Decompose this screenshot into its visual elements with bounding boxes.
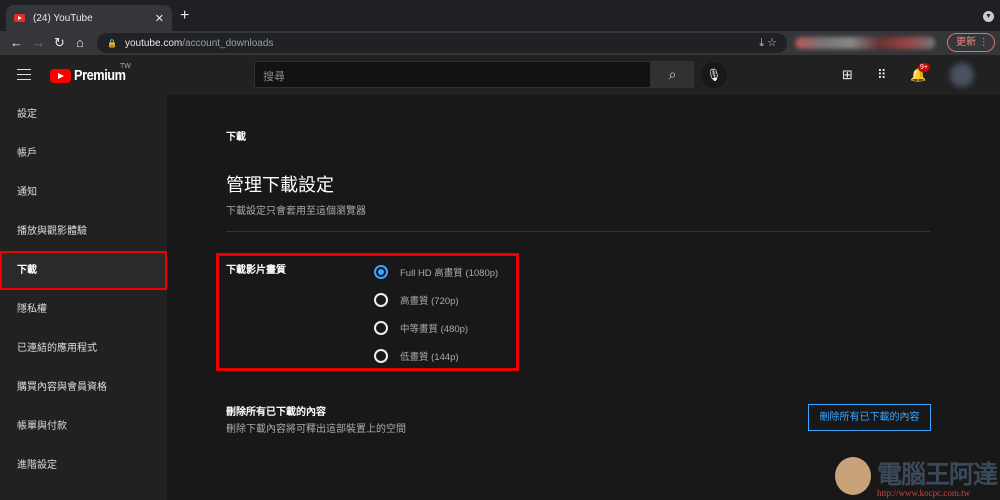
sidebar-item-billing[interactable]: 帳單與付款: [0, 407, 167, 446]
page-title: 管理下載設定: [226, 175, 334, 195]
sidebar-item-privacy[interactable]: 隱私權: [0, 290, 167, 329]
home-icon[interactable]: ⌂: [76, 35, 84, 50]
quality-option-144p[interactable]: 低畫質 (144p): [374, 349, 459, 363]
back-icon[interactable]: ←: [10, 35, 23, 50]
browser-tab[interactable]: (24) YouTube ✕: [6, 5, 172, 31]
search-button[interactable]: ⌕: [651, 61, 694, 88]
youtube-header: Premium TW 搜尋 ⌕ 🎙 ⊞ ⠿ 🔔 9+: [0, 55, 1000, 95]
sidebar-item-downloads[interactable]: 下載: [0, 251, 167, 290]
delete-all-downloads-button[interactable]: 刪除所有已下載的內容: [808, 404, 931, 431]
notification-badge: 9+: [918, 63, 930, 72]
radio[interactable]: [374, 349, 388, 363]
lock-icon: 🔒: [107, 38, 117, 48]
youtube-favicon-icon: [14, 14, 25, 22]
region-label: TW: [120, 63, 131, 70]
address-bar: ← → ↻ ⌂ 🔒 youtube.com/account_downloads …: [0, 31, 1000, 55]
delete-description: 刪除下載內容將可釋出這部裝置上的空間: [226, 424, 406, 435]
avatar[interactable]: [950, 63, 974, 87]
sidebar-item-connected-apps[interactable]: 已連結的應用程式: [0, 329, 167, 368]
divider: [226, 231, 930, 232]
tab-title: (24) YouTube: [33, 12, 93, 24]
option-label: Full HD 高畫質 (1080p): [400, 268, 499, 279]
quality-option-1080p[interactable]: Full HD 高畫質 (1080p): [374, 265, 498, 279]
url-input[interactable]: 🔒 youtube.com/account_downloads ⤓ ☆: [97, 33, 787, 53]
option-label: 中等畫質 (480p): [400, 324, 469, 335]
create-video-icon[interactable]: ⊞: [842, 67, 853, 83]
reload-icon[interactable]: ↻: [54, 35, 65, 51]
menu-icon[interactable]: [17, 69, 31, 80]
mascot-face-icon: [835, 457, 871, 495]
sidebar-item-settings[interactable]: 設定: [0, 95, 167, 134]
main-content: 下載 管理下載設定 下載設定只會套用至這個瀏覽器 下載影片畫質 Full HD …: [167, 95, 1000, 500]
watermark-logo: 電腦王阿達 http://www.kocpc.com.tw: [835, 455, 1000, 500]
url-domain: youtube.com: [124, 37, 183, 49]
page-subtitle: 下載設定只會套用至這個瀏覽器: [226, 206, 366, 217]
forward-icon[interactable]: →: [32, 35, 45, 50]
option-label: 高畫質 (720p): [400, 296, 459, 307]
update-button[interactable]: 更新 ⋮: [947, 33, 995, 52]
delete-title: 刪除所有已下載的內容: [226, 407, 326, 418]
url-path: /account_downloads: [182, 37, 274, 49]
close-tab-icon[interactable]: ✕: [155, 12, 164, 25]
youtube-premium-logo[interactable]: Premium TW: [50, 63, 135, 84]
tab-search-icon[interactable]: ▼: [983, 11, 994, 22]
quality-option-480p[interactable]: 中等畫質 (480p): [374, 321, 468, 335]
apps-grid-icon[interactable]: ⠿: [877, 67, 887, 83]
sidebar-item-playback[interactable]: 播放與觀影體驗: [0, 212, 167, 251]
radio-selected[interactable]: [374, 265, 388, 279]
install-star-icons[interactable]: ⤓ ☆: [759, 36, 777, 50]
youtube-play-icon: [50, 68, 71, 83]
quality-label: 下載影片畫質: [226, 265, 286, 276]
radio[interactable]: [374, 321, 388, 335]
new-tab-button[interactable]: +: [180, 7, 189, 25]
watermark-name: 電腦王阿達: [877, 461, 998, 489]
breadcrumb: 下載: [226, 132, 246, 143]
sidebar-item-account[interactable]: 帳戶: [0, 134, 167, 173]
option-label: 低畫質 (144p): [400, 352, 459, 363]
radio[interactable]: [374, 293, 388, 307]
search-input[interactable]: 搜尋: [254, 61, 651, 88]
logo-text: Premium: [74, 67, 126, 84]
watermark-url: http://www.kocpc.com.tw: [877, 488, 971, 498]
sidebar-item-purchases[interactable]: 購買內容與會員資格: [0, 368, 167, 407]
quality-option-720p[interactable]: 高畫質 (720p): [374, 293, 459, 307]
mic-icon[interactable]: 🎙: [701, 62, 727, 88]
browser-tab-bar: (24) YouTube ✕ + ▼: [0, 0, 1000, 31]
sidebar-item-notifications[interactable]: 通知: [0, 173, 167, 212]
sidebar-item-advanced[interactable]: 進階設定: [0, 446, 167, 485]
settings-sidebar: 設定 帳戶 通知 播放與觀影體驗 下載 隱私權 已連結的應用程式 購買內容與會員…: [0, 95, 167, 500]
extensions-blurred[interactable]: [795, 37, 935, 49]
